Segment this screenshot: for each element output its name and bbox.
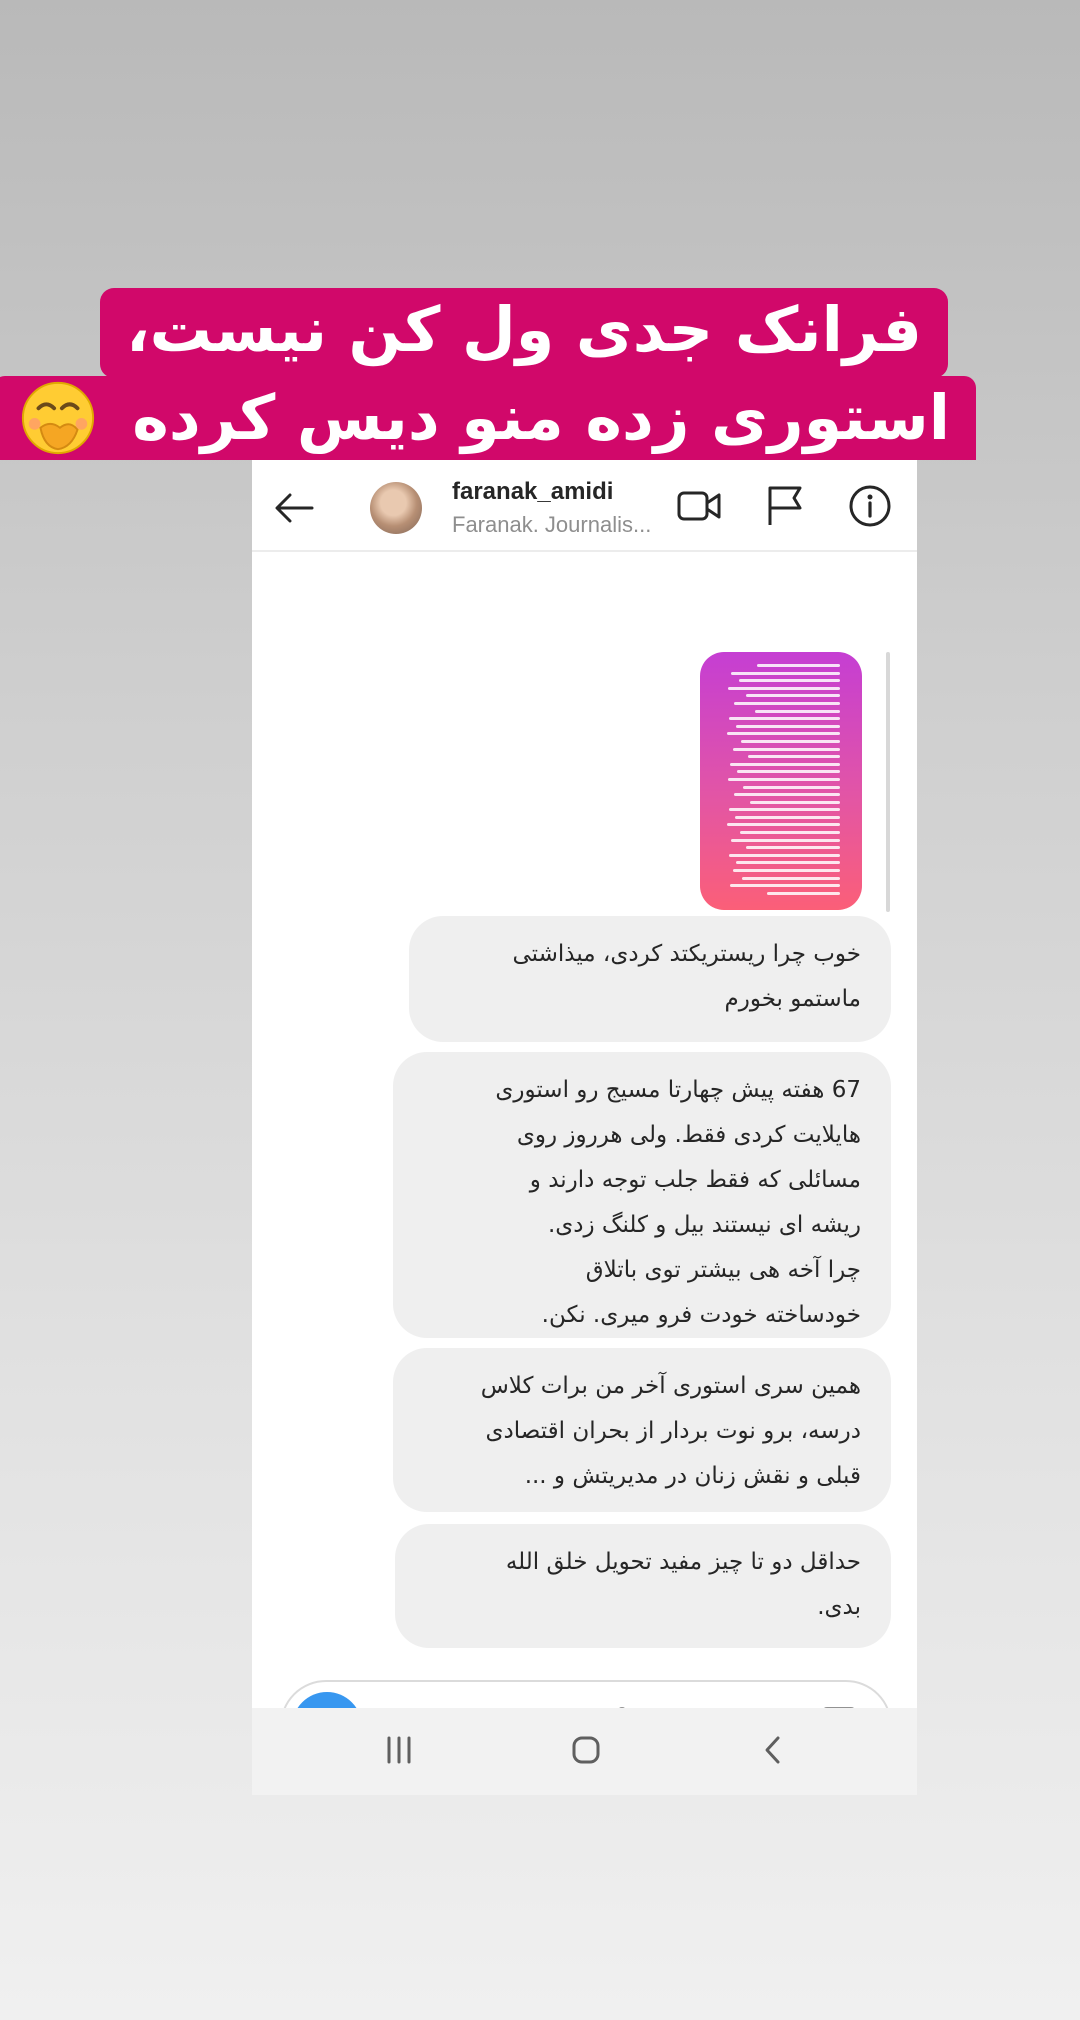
message-line: خوب چرا ریستریکتد کردی، میذاشتی bbox=[512, 941, 861, 967]
system-nav-bar bbox=[252, 1708, 917, 1795]
flag-icon[interactable] bbox=[764, 484, 806, 528]
message-line: قبلی و نقش زنان در مدیریتش و ... bbox=[524, 1463, 861, 1489]
caption-line-1: فرانک جدی ول کن نیست، bbox=[100, 288, 948, 378]
message-line: ماستمو بخورم bbox=[724, 986, 861, 1012]
info-icon[interactable] bbox=[848, 484, 892, 528]
video-call-icon[interactable] bbox=[676, 486, 722, 526]
caption-text-1: فرانک جدی ول کن نیست، bbox=[126, 293, 922, 366]
story-text-preview bbox=[722, 664, 840, 899]
message-line: حداقل دو تا چیز مفید تحویل خلق الله bbox=[505, 1549, 861, 1575]
chat-username[interactable]: faranak_amidi bbox=[452, 478, 613, 506]
message-line: هایلایت کردی فقط. ولی هرروز روی bbox=[516, 1122, 861, 1148]
chat-thread[interactable]: خوب چرا ریستریکتد کردی، میذاشتی ماستمو ب… bbox=[252, 552, 917, 1795]
scrollbar[interactable] bbox=[886, 652, 890, 912]
message-line: ریشه ای نیستند بیل و کلنگ زدی. bbox=[547, 1212, 861, 1238]
message-line: بدی. bbox=[817, 1594, 861, 1620]
message-bubble[interactable]: خوب چرا ریستریکتد کردی، میذاشتی ماستمو ب… bbox=[409, 916, 891, 1042]
caption-text-2: استوری زده منو دیس کرده bbox=[132, 381, 950, 454]
message-bubble[interactable]: حداقل دو تا چیز مفید تحویل خلق الله بدی. bbox=[395, 1524, 891, 1648]
avatar[interactable] bbox=[370, 482, 422, 534]
face-with-hand-over-mouth-icon bbox=[21, 381, 94, 454]
nav-back-icon[interactable] bbox=[760, 1732, 784, 1768]
message-bubble[interactable]: 67 هفته پیش چهارتا مسیج رو استوری هایلای… bbox=[393, 1052, 891, 1338]
recents-icon[interactable] bbox=[384, 1732, 414, 1768]
message-line: همین سری استوری آخر من برات کلاس bbox=[480, 1373, 861, 1399]
chat-subtitle: Faranak. Journalis... bbox=[452, 512, 652, 537]
shared-story-card[interactable] bbox=[700, 652, 862, 910]
message-line: خودساخته خودت فرو میری. نکن. bbox=[541, 1302, 861, 1328]
dm-screenshot: faranak_amidi Faranak. Journalis... خوب … bbox=[252, 460, 917, 1795]
back-arrow-icon[interactable] bbox=[270, 484, 318, 532]
message-line: چرا آخه هی بیشتر توی باتلاق bbox=[585, 1257, 861, 1283]
message-bubble[interactable]: همین سری استوری آخر من برات کلاس درسه، ب… bbox=[393, 1348, 891, 1512]
message-line: درسه، برو نوت بردار از بحران اقتصادی bbox=[485, 1418, 861, 1444]
message-line: مسائلی که فقط جلب توجه دارند و bbox=[529, 1167, 861, 1193]
home-icon[interactable] bbox=[568, 1732, 604, 1768]
caption-line-2: استوری زده منو دیس کرده bbox=[0, 376, 976, 460]
message-line: 67 هفته پیش چهارتا مسیج رو استوری bbox=[495, 1077, 861, 1103]
chat-header: faranak_amidi Faranak. Journalis... bbox=[252, 460, 917, 552]
